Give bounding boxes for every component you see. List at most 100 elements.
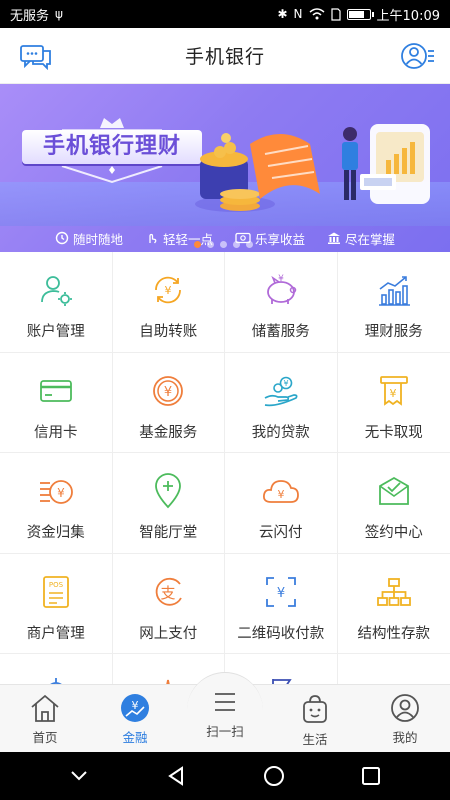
tap-icon bbox=[149, 233, 157, 244]
carrier-text: 无服务 bbox=[10, 8, 50, 24]
banner-tag-label: 随时随地 bbox=[72, 231, 123, 247]
finance-icon: ¥ bbox=[121, 694, 149, 722]
circle-home-icon bbox=[263, 766, 284, 786]
banner-tag-label: 尽在掌握 bbox=[344, 231, 395, 247]
service-fund[interactable]: ¥ 基金服务 bbox=[112, 352, 225, 453]
app-screen: 无服务 ψ ✱ N 上午10:09 手机银行 手机银行理财 随时随地 轻轻一点 … bbox=[0, 0, 450, 800]
banner-dot[interactable] bbox=[246, 241, 253, 248]
svg-text:¥: ¥ bbox=[277, 586, 285, 601]
service-fund-collection[interactable]: ¥ 资金归集 bbox=[0, 453, 113, 554]
service-self-transfer[interactable]: ¥ 自助转账 bbox=[112, 252, 225, 353]
bar-chart-icon bbox=[378, 276, 410, 306]
service-empty bbox=[338, 654, 450, 684]
service-label: 自助转账 bbox=[139, 324, 198, 340]
flag-icon bbox=[271, 679, 292, 684]
nav-life[interactable]: 生活 bbox=[270, 685, 360, 752]
svg-text:¥: ¥ bbox=[277, 488, 284, 501]
recents-button[interactable] bbox=[355, 760, 387, 792]
service-savings[interactable]: ¥ 储蓄服务 bbox=[225, 252, 338, 353]
service-merchant-management[interactable]: POS 商户管理 bbox=[0, 553, 113, 654]
nav-label: 扫一扫 bbox=[206, 724, 244, 739]
nav-finance[interactable]: ¥ 金融 bbox=[90, 685, 180, 752]
banner-title: 手机银行理财 bbox=[22, 130, 202, 164]
svg-text:¥: ¥ bbox=[165, 284, 172, 297]
nav-mine[interactable]: 我的 bbox=[360, 685, 450, 752]
nav-label: 生活 bbox=[302, 732, 328, 747]
bluetooth-icon: ✱ bbox=[277, 7, 288, 21]
banner-dot[interactable] bbox=[233, 241, 240, 248]
banner-tag-4: 尽在掌握 bbox=[327, 229, 395, 248]
app-header: 手机银行 bbox=[0, 28, 450, 84]
user-menu-icon bbox=[401, 43, 434, 69]
hide-nav-button[interactable] bbox=[63, 760, 95, 792]
coins-stack-icon: ¥ bbox=[39, 480, 73, 504]
service-label: 商户管理 bbox=[26, 625, 85, 642]
banner-dot[interactable] bbox=[207, 241, 214, 248]
service-my-loans[interactable]: ¥ 我的贷款 bbox=[225, 352, 338, 453]
piggy-bank-icon: ¥ bbox=[266, 274, 296, 304]
svg-text:POS: POS bbox=[49, 581, 64, 589]
page-title: 手机银行 bbox=[184, 46, 265, 68]
promo-banner[interactable]: 手机银行理财 随时随地 轻轻一点 乐享收益 尽在掌握 bbox=[0, 84, 450, 252]
service-qrcode-payment[interactable]: ¥ 二维码收付款 bbox=[225, 553, 338, 654]
banner-illustration bbox=[195, 124, 430, 212]
alipay-icon: 支 bbox=[155, 577, 183, 606]
service-online-payment[interactable]: 支 网上支付 bbox=[112, 553, 225, 654]
status-bar: 无服务 ψ ✱ N 上午10:09 bbox=[0, 0, 450, 28]
service-cloud-quickpass[interactable]: ¥ 云闪付 bbox=[225, 453, 338, 554]
service-grid: 账户管理 ¥ 自助转账 ¥ 储蓄服务 理财服务 信用卡 ¥ 基金服务 ¥ 我的贷… bbox=[0, 252, 450, 684]
home-icon bbox=[31, 694, 59, 722]
spark-icon bbox=[166, 679, 170, 684]
service-label: 云闪付 bbox=[259, 525, 303, 541]
service-cardless-cash[interactable]: ¥ 无卡取现 bbox=[337, 353, 450, 453]
home-system-button[interactable] bbox=[258, 760, 290, 792]
credit-card-icon bbox=[39, 379, 72, 402]
svg-text:¥: ¥ bbox=[278, 274, 284, 284]
scan-yuan-icon: ¥ bbox=[265, 576, 296, 607]
hand-coins-icon: ¥ bbox=[264, 376, 298, 406]
banner-pagination[interactable] bbox=[194, 241, 253, 248]
service-partial-1[interactable] bbox=[0, 654, 113, 684]
banner-dot[interactable] bbox=[220, 241, 227, 248]
user-gear-icon bbox=[40, 276, 72, 306]
cloud-yuan-icon: ¥ bbox=[262, 480, 299, 503]
banner-dot[interactable] bbox=[194, 241, 201, 248]
banner-title-badge: 手机银行理财 bbox=[22, 114, 202, 184]
nav-home[interactable]: 首页 bbox=[0, 685, 90, 752]
service-credit-card[interactable]: 信用卡 bbox=[0, 352, 113, 453]
badge-ribbon-icon bbox=[61, 166, 163, 184]
gear-icon bbox=[49, 678, 62, 684]
service-label: 基金服务 bbox=[139, 424, 198, 441]
nav-label: 我的 bbox=[392, 730, 418, 745]
clock-time: 上午10:09 bbox=[376, 8, 440, 24]
service-label: 账户管理 bbox=[26, 324, 85, 340]
pos-receipt-icon: POS bbox=[42, 575, 69, 608]
service-label: 无卡取现 bbox=[364, 424, 423, 441]
service-account-management[interactable]: 账户管理 bbox=[0, 252, 113, 353]
org-chart-icon bbox=[376, 577, 411, 606]
service-smart-hall[interactable]: 智能厅堂 bbox=[112, 453, 225, 554]
system-nav-bar bbox=[0, 752, 450, 800]
back-button[interactable] bbox=[160, 760, 192, 792]
scan-button[interactable]: 扫一扫 bbox=[187, 672, 263, 752]
service-label: 网上支付 bbox=[139, 625, 198, 642]
profile-icon bbox=[391, 694, 419, 722]
service-label: 签约中心 bbox=[364, 525, 423, 541]
scan-icon bbox=[215, 693, 235, 711]
user-menu-button[interactable] bbox=[400, 40, 436, 72]
location-pin-icon bbox=[155, 473, 182, 509]
service-label: 智能厅堂 bbox=[139, 525, 198, 541]
message-button[interactable] bbox=[18, 40, 54, 72]
yuan-coin-icon: ¥ bbox=[153, 375, 184, 406]
service-wealth[interactable]: 理财服务 bbox=[337, 252, 450, 353]
wifi-icon bbox=[309, 8, 325, 20]
service-label: 信用卡 bbox=[34, 424, 78, 441]
bank-icon bbox=[327, 232, 340, 244]
service-label: 二维码收付款 bbox=[237, 625, 325, 642]
service-structured-deposit[interactable]: 结构性存款 bbox=[337, 554, 450, 654]
svg-text:¥: ¥ bbox=[389, 387, 396, 400]
nav-label: 首页 bbox=[32, 730, 58, 745]
envelope-check-icon bbox=[378, 476, 409, 505]
service-label: 资金归集 bbox=[26, 525, 85, 541]
service-signing-center[interactable]: 签约中心 bbox=[337, 453, 450, 554]
